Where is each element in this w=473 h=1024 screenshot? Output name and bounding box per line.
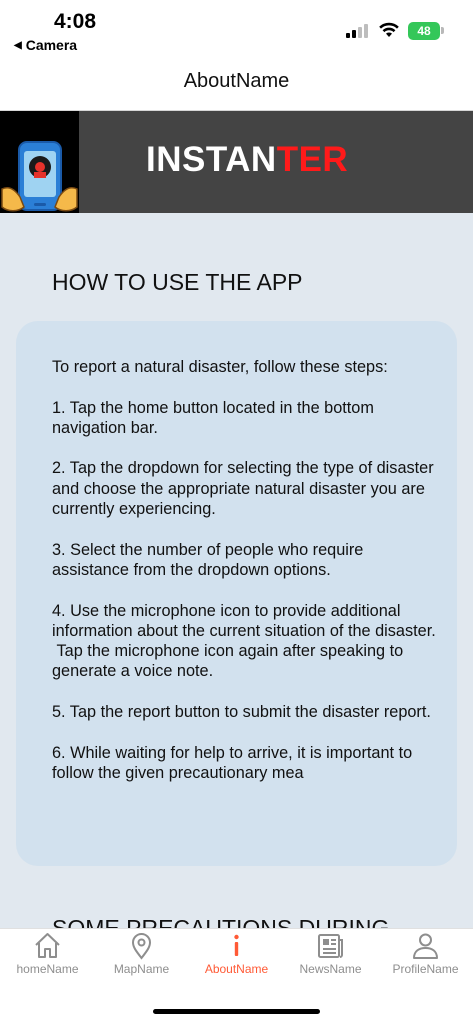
newspaper-icon	[318, 934, 343, 958]
home-icon	[35, 933, 60, 958]
phone-in-hands-icon	[1, 141, 78, 212]
tab-profile[interactable]: ProfileName	[378, 929, 473, 985]
banner-title-white: INSTAN	[146, 140, 277, 179]
tab-map[interactable]: MapName	[94, 929, 189, 985]
battery-tip	[441, 27, 444, 34]
about-content-scroll[interactable]: HOW TO USE THE APP To report a natural d…	[0, 213, 473, 928]
instructions-card: To report a natural disaster, follow the…	[16, 321, 457, 866]
precautions-section-title: SOME PRECAUTIONS DURING	[52, 915, 390, 928]
cellular-signal-icon	[346, 24, 370, 38]
section-title: HOW TO USE THE APP	[52, 269, 303, 295]
tab-about[interactable]: AboutName	[189, 929, 284, 985]
home-indicator[interactable]	[153, 1009, 320, 1014]
back-app-label: Camera	[25, 37, 78, 53]
back-triangle-icon: ◀	[14, 39, 22, 51]
status-time: 4:08	[54, 10, 97, 33]
tab-news[interactable]: NewsName	[283, 929, 378, 985]
page-title: AboutName	[183, 70, 290, 92]
tab-profile-label: ProfileName	[392, 962, 459, 976]
person-icon	[413, 933, 438, 959]
app-logo	[0, 111, 79, 213]
back-to-app-link[interactable]: ◀ Camera	[14, 37, 77, 53]
instructions-text: To report a natural disaster, follow the…	[52, 358, 436, 782]
tab-home[interactable]: homeName	[0, 929, 95, 985]
tab-about-label: AboutName	[204, 962, 269, 976]
battery-indicator: 48	[408, 22, 440, 40]
wifi-icon	[379, 22, 399, 37]
tab-home-label: homeName	[16, 962, 79, 976]
map-pin-icon	[131, 933, 152, 960]
banner-title: INSTANTER	[146, 140, 348, 180]
banner-title-red: TER	[276, 140, 349, 179]
battery-level: 48	[417, 24, 431, 38]
tab-map-label: MapName	[113, 962, 170, 976]
info-icon	[234, 934, 239, 956]
tab-news-label: NewsName	[299, 962, 362, 976]
status-bar: 4:08 ◀ Camera 48	[0, 0, 473, 60]
